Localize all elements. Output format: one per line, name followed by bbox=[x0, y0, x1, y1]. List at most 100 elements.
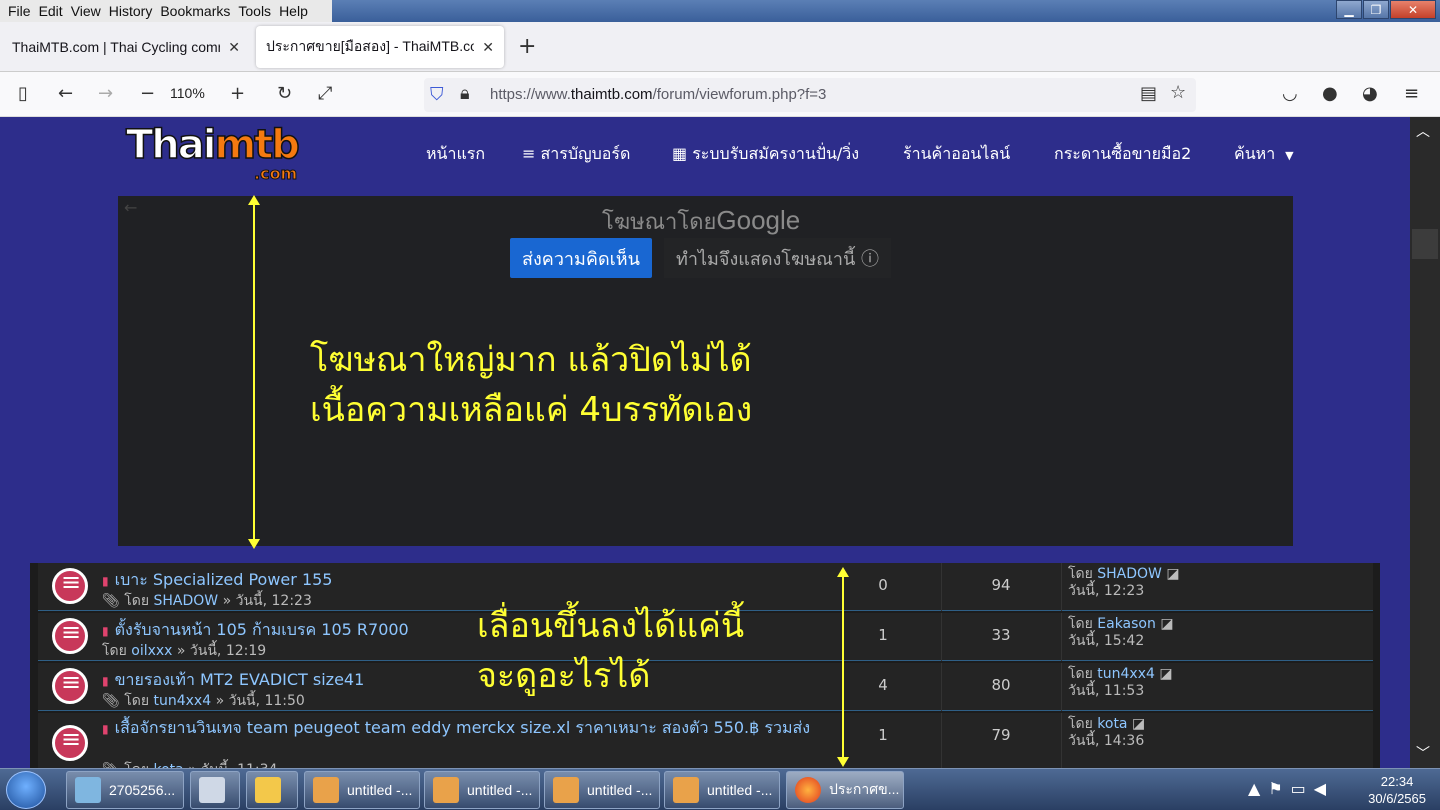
close-tab-icon[interactable]: ✕ bbox=[482, 39, 494, 56]
sidebar-icon[interactable]: ▯ bbox=[18, 83, 28, 104]
zoom-in-icon[interactable]: + bbox=[230, 83, 245, 104]
menu-bookmarks[interactable]: Bookmarks bbox=[156, 3, 234, 19]
annotation-arrow-up bbox=[248, 195, 260, 205]
back-arrow-icon[interactable]: ← bbox=[124, 198, 137, 217]
external-link-icon[interactable]: ◪ bbox=[1166, 566, 1179, 582]
maximize-button[interactable]: ❐ bbox=[1363, 0, 1389, 19]
forward-icon[interactable]: → bbox=[98, 83, 113, 104]
extension-icon[interactable]: ● bbox=[1322, 83, 1338, 104]
reload-icon[interactable]: ↻ bbox=[277, 83, 292, 104]
folder-icon bbox=[255, 777, 281, 803]
nav-board-index[interactable]: ≡ สารบัญบอร์ด bbox=[522, 142, 630, 167]
reply-count: 0 bbox=[878, 576, 888, 594]
start-button[interactable] bbox=[6, 771, 46, 809]
paint-icon bbox=[433, 777, 459, 803]
taskbar-item[interactable]: 2705256... bbox=[66, 771, 184, 809]
tab-forum-active[interactable]: ประกาศขาย[มือสอง] - ThaiMTB.com ✕ bbox=[256, 26, 504, 68]
nav-home[interactable]: หน้าแรก bbox=[426, 142, 485, 167]
new-tab-button[interactable]: + bbox=[518, 34, 536, 59]
lock-icon[interactable]: 🔒︎ bbox=[460, 83, 470, 104]
nav-search[interactable]: ค้นหา ▼ bbox=[1234, 142, 1294, 167]
menu-tools[interactable]: Tools bbox=[234, 3, 275, 19]
external-link-icon[interactable]: ◪ bbox=[1159, 666, 1172, 682]
chevron-down-icon: ▼ bbox=[1285, 149, 1294, 162]
window-titlebar: File Edit View History Bookmarks Tools H… bbox=[0, 0, 1440, 22]
back-icon[interactable]: ← bbox=[58, 83, 73, 104]
pocket-icon[interactable]: ◡ bbox=[1282, 83, 1298, 104]
nav-event-registration[interactable]: ▦ ระบบรับสมัครงานปั่น/วิ่ง bbox=[672, 142, 859, 167]
column-divider bbox=[941, 563, 942, 611]
nav-secondhand-board[interactable]: กระดานซื้อขายมือ2 bbox=[1054, 142, 1191, 167]
table-row[interactable]: ▮เสื้อจักรยานวินเทจ team peugeot team ed… bbox=[38, 713, 1373, 778]
site-logo-sub: .com bbox=[253, 164, 298, 184]
reply-count: 1 bbox=[878, 626, 888, 644]
system-tray[interactable]: ▲⚑▭◀ bbox=[1248, 779, 1334, 798]
ad-feedback-button[interactable]: ส่งความคิดเห็น bbox=[510, 238, 652, 278]
topic-icon bbox=[52, 725, 88, 761]
menu-hamburger-icon[interactable]: ≡ bbox=[1404, 83, 1419, 104]
page-scrollbar[interactable]: ︿ ﹀ bbox=[1410, 117, 1440, 768]
topic-title[interactable]: ▮ เสื้อจักรยานวินเทจ team peugeot team ed… bbox=[102, 718, 822, 739]
column-divider bbox=[941, 663, 942, 711]
tab-bar: ThaiMTB.com | Thai Cycling commu ✕ ประกา… bbox=[0, 22, 1440, 72]
taskbar-item-calculator[interactable] bbox=[190, 771, 240, 809]
menu-view[interactable]: View bbox=[67, 3, 105, 19]
annotation-arrow-down bbox=[837, 757, 849, 767]
volume-icon[interactable]: ◀ bbox=[1314, 779, 1334, 798]
paint-icon bbox=[313, 777, 339, 803]
menu-history[interactable]: History bbox=[105, 3, 157, 19]
system-clock[interactable]: 22:34 30/6/2565 bbox=[1368, 773, 1426, 807]
action-center-icon[interactable]: ⚑ bbox=[1268, 779, 1290, 798]
taskbar-item-paint[interactable]: untitled -... bbox=[544, 771, 660, 809]
taskbar-item-firefox[interactable]: ประกาศข... bbox=[786, 771, 904, 809]
bookmark-star-icon[interactable]: ☆ bbox=[1170, 82, 1186, 103]
close-tab-icon[interactable]: ✕ bbox=[228, 39, 240, 56]
annotation-arrow-up bbox=[837, 567, 849, 577]
reader-view-icon[interactable]: ▤ bbox=[1140, 83, 1157, 104]
last-post: โดย Eakason ◪ วันนี้, 15:42 bbox=[1068, 616, 1174, 649]
topic-icon bbox=[52, 668, 88, 704]
external-link-icon[interactable]: ◪ bbox=[1132, 716, 1145, 732]
topic-meta: 📎︎ โดย tun4xx4 » วันนี้, 11:50 bbox=[102, 693, 305, 709]
taskbar-item-paint[interactable]: untitled -... bbox=[304, 771, 420, 809]
menu-help[interactable]: Help bbox=[275, 3, 312, 19]
taskbar-item-explorer[interactable] bbox=[246, 771, 298, 809]
zoom-level[interactable]: 110% bbox=[170, 85, 205, 101]
scroll-up-icon[interactable]: ︿ bbox=[1416, 121, 1430, 141]
minimize-button[interactable]: ▁ bbox=[1336, 0, 1362, 19]
calendar-icon: ▦ bbox=[672, 144, 693, 163]
close-window-button[interactable]: ✕ bbox=[1390, 0, 1436, 19]
column-divider bbox=[1061, 663, 1062, 711]
firefox-icon bbox=[795, 777, 821, 803]
navigation-toolbar: ▯ ← → − 110% + ↻ ⤢ ⛉ 🔒︎ https://www.thai… bbox=[0, 72, 1440, 117]
topic-meta: 📎︎ โดย SHADOW » วันนี้, 12:23 bbox=[102, 593, 312, 609]
address-bar[interactable]: ⛉ 🔒︎ https://www.thaimtb.com/forum/viewf… bbox=[424, 78, 1196, 112]
external-link-icon[interactable]: ◪ bbox=[1160, 616, 1173, 632]
tab-thaimtb-home[interactable]: ThaiMTB.com | Thai Cycling commu ✕ bbox=[2, 26, 250, 68]
screen: File Edit View History Bookmarks Tools H… bbox=[0, 0, 1440, 810]
view-count: 79 bbox=[991, 726, 1011, 744]
site-logo[interactable]: Thaimtb bbox=[125, 121, 300, 169]
taskbar-item-paint[interactable]: untitled -... bbox=[664, 771, 780, 809]
reply-count: 1 bbox=[878, 726, 888, 744]
zoom-out-icon[interactable]: − bbox=[140, 83, 155, 104]
fullscreen-icon[interactable]: ⤢ bbox=[318, 83, 332, 104]
nav-online-shop[interactable]: ร้านค้าออนไลน์ bbox=[903, 142, 1010, 167]
annotation-arrow-down bbox=[248, 539, 260, 549]
display-icon[interactable]: ▭ bbox=[1291, 779, 1314, 798]
view-count: 33 bbox=[991, 626, 1011, 644]
menu-edit[interactable]: Edit bbox=[35, 3, 67, 19]
menu-file[interactable]: File bbox=[4, 3, 35, 19]
network-icon[interactable]: ▲ bbox=[1248, 779, 1268, 798]
last-post: โดย kota ◪ วันนี้, 14:36 bbox=[1068, 716, 1146, 749]
view-count: 94 bbox=[991, 576, 1011, 594]
account-icon[interactable]: ◕ bbox=[1362, 83, 1378, 104]
ad-why-button[interactable]: ทำไมจึงแสดงโฆษณานี้ ⓘ bbox=[664, 238, 892, 278]
web-page: Thaimtb .com หน้าแรก ≡ สารบัญบอร์ด ▦ ระบ… bbox=[0, 117, 1410, 778]
taskbar-item-paint[interactable]: untitled -... bbox=[424, 771, 540, 809]
shield-icon[interactable]: ⛉ bbox=[430, 84, 444, 105]
scrollbar-thumb[interactable] bbox=[1412, 229, 1438, 259]
table-row[interactable]: ▮ขายรองเท้า MT2 EVADICT size41 📎︎ โดย tu… bbox=[38, 663, 1373, 711]
scroll-down-icon[interactable]: ﹀ bbox=[1416, 743, 1430, 763]
url-text: https://www.thaimtb.com/forum/viewforum.… bbox=[490, 86, 827, 103]
